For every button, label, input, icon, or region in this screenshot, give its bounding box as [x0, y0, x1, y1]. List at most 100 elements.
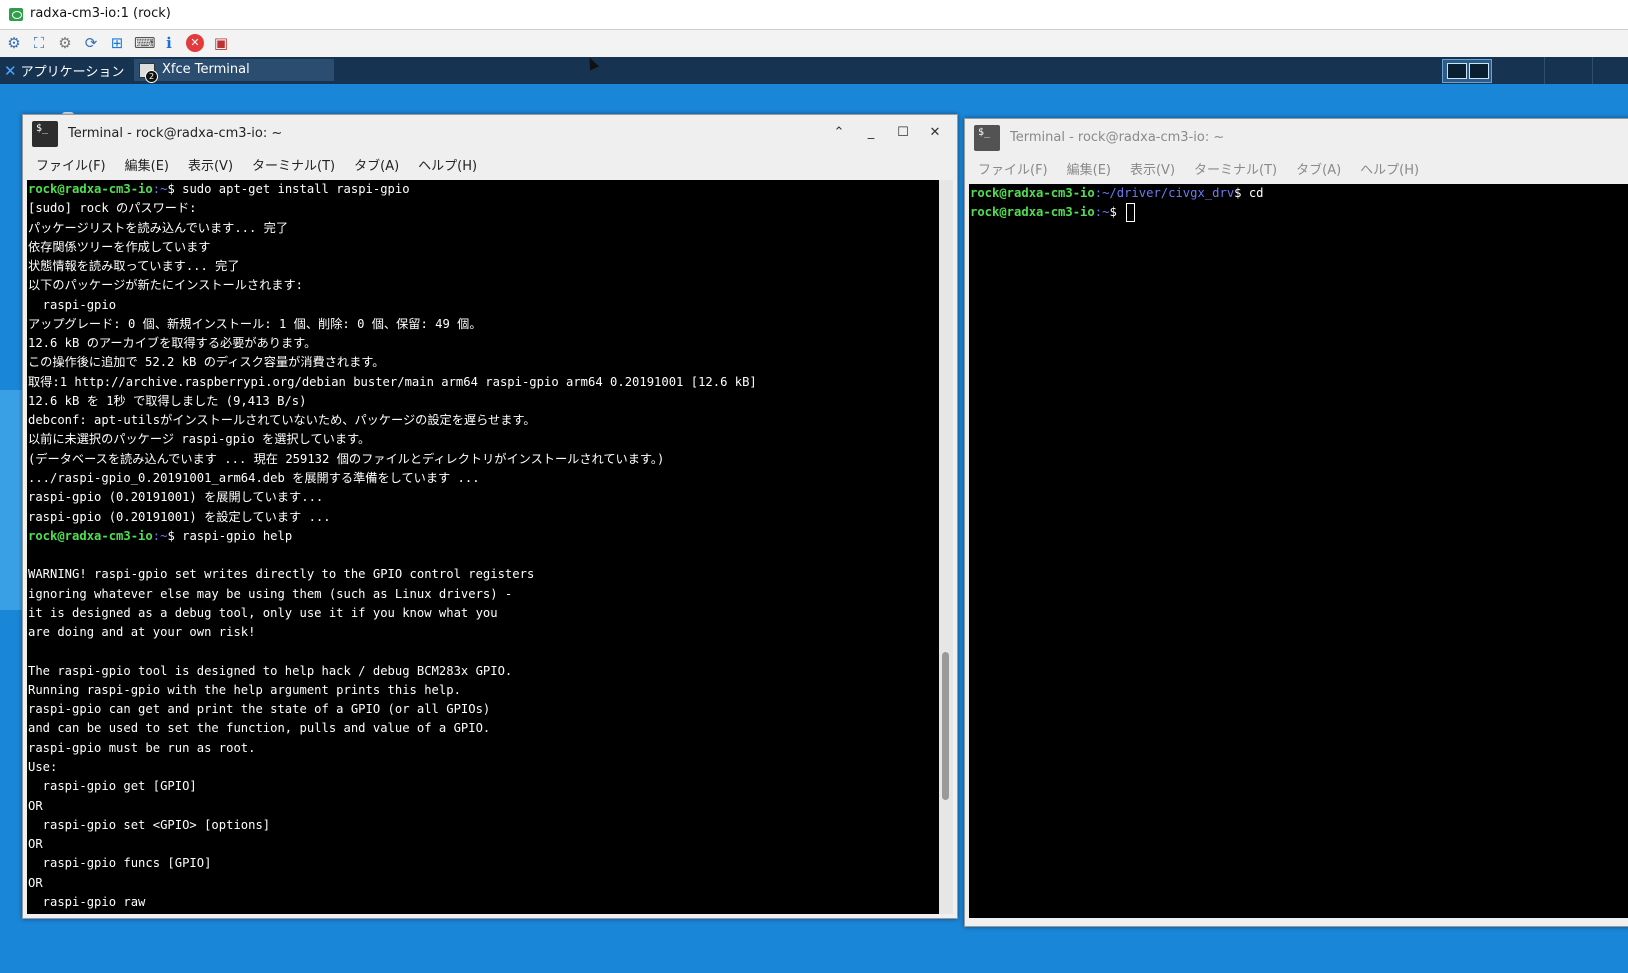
prompt-path: :~ — [152, 528, 168, 543]
xfce-logo-icon: ✕ — [4, 62, 17, 80]
terminal-line: raspi-gpio (0.20191001) を設定しています ... — [27, 508, 941, 527]
terminal-line-text: raspi-gpio (0.20191001) を展開しています... — [28, 490, 324, 505]
workspace-1[interactable] — [1447, 63, 1467, 79]
ctrl-alt-del-icon[interactable]: ⌨ — [134, 34, 156, 52]
prompt-path: :~ — [152, 182, 168, 196]
terminal-line: .../raspi-gpio_0.20191001_arm64.deb を展開す… — [27, 469, 941, 488]
menu-edit[interactable]: 編集(E) — [1067, 157, 1111, 184]
terminal-line-text: raspi-gpio must be run as root. — [28, 740, 256, 755]
terminal-line: raspi-gpio can get and print the state o… — [27, 700, 941, 719]
terminal-line: OR — [27, 874, 941, 893]
prompt-user: rock@radxa-cm3-io — [970, 205, 1095, 220]
close-window-icon[interactable]: ✕ — [925, 123, 945, 143]
prompt-user: rock@radxa-cm3-io — [970, 186, 1095, 200]
terminal-line: (データベースを読み込んでいます ... 現在 259132 個のファイルとディ… — [27, 450, 941, 469]
terminal-output[interactable]: rock@radxa-cm3-io:~$ sudo apt-get instal… — [27, 180, 941, 914]
vnc-toolbar: ⚙ ⛶ ⚙ ⟳ ⊞ ⌨ ℹ ✕ ▣ — [0, 30, 1628, 57]
menu-terminal[interactable]: ターミナル(T) — [1194, 157, 1277, 184]
disconnect-icon[interactable]: ✕ — [186, 34, 204, 52]
menu-terminal[interactable]: ターミナル(T) — [252, 153, 335, 180]
fullscreen-icon[interactable]: ⛶ — [30, 34, 48, 52]
info-icon[interactable]: ℹ — [160, 34, 178, 52]
menu-view[interactable]: 表示(V) — [188, 153, 233, 180]
terminal-line: 以下のパッケージが新たにインストールされます: — [27, 276, 941, 295]
terminal-output[interactable]: rock@radxa-cm3-io:~/driver/civgx_drv$ cd… — [969, 184, 1628, 918]
terminal-line: 12.6 kB を 1秒 で取得しました (9,413 B/s) — [27, 392, 941, 411]
terminal-line: The raspi-gpio tool is designed to help … — [27, 662, 941, 681]
scrollbar-thumb[interactable] — [942, 652, 949, 800]
windows-key-icon[interactable]: ⊞ — [108, 34, 126, 52]
terminal-line: 以前に未選択のパッケージ raspi-gpio を選択しています。 — [27, 430, 941, 449]
menu-help[interactable]: ヘルプ(H) — [1360, 157, 1419, 184]
terminal-line-text: raspi-gpio raw — [28, 894, 146, 909]
workspace-2[interactable] — [1469, 63, 1489, 79]
terminal-line-text: 以前に未選択のパッケージ raspi-gpio を選択しています。 — [28, 432, 371, 447]
prompt-path: :~/driver/civgx_drv — [1094, 186, 1235, 200]
prompt-path: :~ — [1094, 205, 1110, 220]
terminal-scrollbar[interactable] — [939, 180, 953, 914]
terminal-line-text: ignoring whatever else may be using them… — [28, 586, 513, 601]
terminal-line-text: are doing and at your own risk! — [28, 625, 256, 640]
terminal-line-text: アップグレード: 0 個、新規インストール: 1 個、削除: 0 個、保留: 4… — [28, 316, 482, 331]
terminal-line: 状態情報を読み取っています... 完了 — [27, 257, 941, 276]
panel-separator — [1544, 57, 1545, 84]
terminal-line: アップグレード: 0 個、新規インストール: 1 個、削除: 0 個、保留: 4… — [27, 315, 941, 334]
terminal-line-text: 以下のパッケージが新たにインストールされます: — [28, 278, 303, 293]
terminal-line-text: and can be used to set the function, pul… — [28, 721, 491, 736]
desktop-background-window — [0, 390, 22, 610]
settings-gear-icon[interactable]: ⚙ — [56, 34, 74, 52]
window-title: Terminal - rock@radxa-cm3-io: ~ — [68, 126, 283, 141]
connection-options-icon[interactable]: ⚙ — [5, 34, 23, 52]
terminal-line: rock@radxa-cm3-io:~/driver/civgx_drv$ cd — [969, 184, 1628, 203]
taskbar-item-xfce-terminal[interactable]: 2 Xfce Terminal — [134, 59, 334, 83]
menu-view[interactable]: 表示(V) — [1130, 157, 1175, 184]
minimize-window-icon[interactable]: _ — [861, 123, 881, 143]
terminal-line-text: $ sudo apt-get install raspi-gpio — [167, 182, 410, 196]
terminal-line-text: raspi-gpio (0.20191001) を設定しています ... — [28, 509, 331, 524]
terminal-line: OR — [27, 797, 941, 816]
terminal-line-text: The raspi-gpio tool is designed to help … — [28, 663, 513, 678]
taskbar-item-label: Xfce Terminal — [162, 62, 250, 77]
terminal-line-text: 依存関係ツリーを作成しています — [28, 239, 211, 254]
applications-menu[interactable]: ✕ アプリケーション — [4, 61, 124, 81]
xfce-panel: ✕ アプリケーション 2 Xfce Terminal — [0, 57, 1628, 84]
terminal-line: and can be used to set the function, pul… — [27, 719, 941, 738]
terminal-line: OR — [27, 835, 941, 854]
shade-window-icon[interactable]: ⌃ — [829, 123, 849, 143]
file-transfer-icon[interactable]: ▣ — [212, 34, 230, 52]
terminal-line-text: パッケージリストを読み込んでいます... 完了 — [28, 220, 289, 235]
terminal-line: it is designed as a debug tool, only use… — [27, 604, 941, 623]
terminal-line: raspi-gpio (0.20191001) を展開しています... — [27, 488, 941, 507]
terminal-line: この操作後に追加で 52.2 kB のディスク容量が消費されます。 — [27, 353, 941, 372]
vnc-logo-icon — [9, 8, 23, 21]
terminal-line: debconf: apt-utilsがインストールされていないため、パッケージの… — [27, 411, 941, 430]
menu-edit[interactable]: 編集(E) — [125, 153, 169, 180]
terminal-line: raspi-gpio set <GPIO> [options] — [27, 816, 941, 835]
menu-help[interactable]: ヘルプ(H) — [418, 153, 477, 180]
terminal-line-text: $ raspi-gpio help — [167, 528, 293, 543]
refresh-icon[interactable]: ⟳ — [82, 34, 100, 52]
menu-tabs[interactable]: タブ(A) — [354, 153, 399, 180]
terminal-line: Running raspi-gpio with the help argumen… — [27, 681, 941, 700]
terminal-line-text: 取得:1 http://archive.raspberrypi.org/debi… — [28, 374, 757, 389]
terminal-line-text: この操作後に追加で 52.2 kB のディスク容量が消費されます。 — [28, 355, 385, 370]
terminal-line-text: WARNING! raspi-gpio set writes directly … — [28, 567, 535, 582]
terminal-line-text: OR — [28, 875, 43, 890]
terminal-line-text: OR — [28, 837, 43, 852]
terminal-line: WARNING! raspi-gpio set writes directly … — [27, 565, 941, 584]
terminal-line: rock@radxa-cm3-io:~$ sudo apt-get instal… — [27, 180, 941, 199]
menu-file[interactable]: ファイル(F) — [36, 153, 106, 180]
workspace-pager[interactable] — [1442, 59, 1492, 83]
menu-tabs[interactable]: タブ(A) — [1296, 157, 1341, 184]
terminal-line-text: [sudo] rock のパスワード: — [28, 201, 197, 216]
terminal-window-active: $_ Terminal - rock@radxa-cm3-io: ~ ⌃ _ ☐… — [22, 114, 958, 919]
terminal-line-text: raspi-gpio — [28, 297, 117, 312]
terminal-line: raspi-gpio funcs [GPIO] — [27, 854, 941, 873]
terminal-line: rock@radxa-cm3-io:~$ — [969, 203, 1628, 223]
terminal-line-text: raspi-gpio set <GPIO> [options] — [28, 817, 271, 832]
window-title-bar[interactable]: $_ Terminal - rock@radxa-cm3-io: ~ ⌃ _ ☐… — [23, 115, 957, 153]
menu-file[interactable]: ファイル(F) — [978, 157, 1048, 184]
maximize-window-icon[interactable]: ☐ — [893, 123, 913, 143]
window-title-bar[interactable]: $_ Terminal - rock@radxa-cm3-io: ~ — [965, 119, 1628, 157]
